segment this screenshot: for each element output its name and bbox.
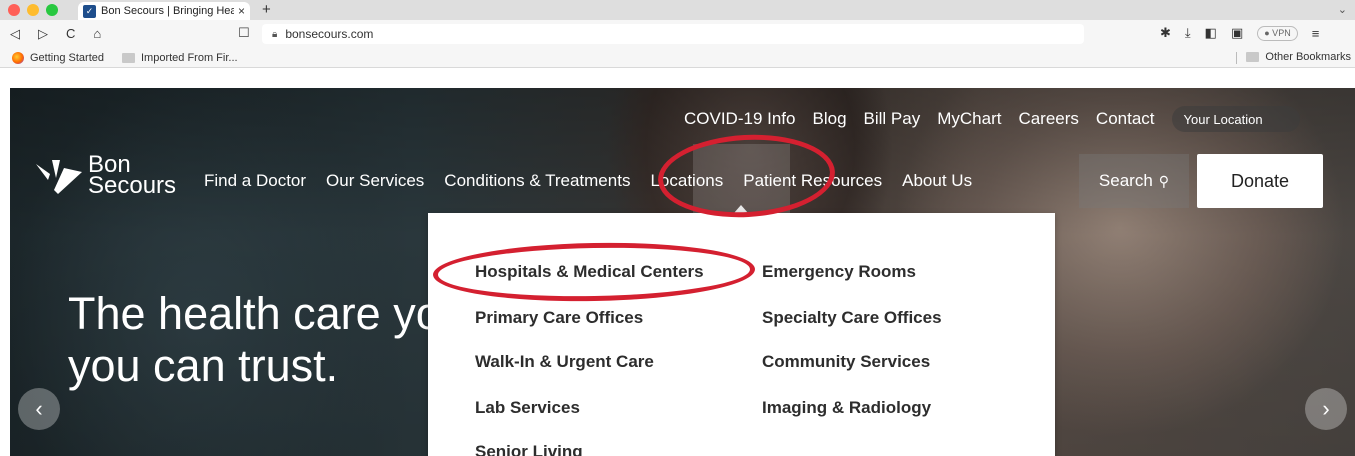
utility-link-mychart[interactable]: MyChart	[937, 109, 1001, 129]
nav-find-a-doctor[interactable]: Find a Doctor	[204, 171, 306, 191]
logo-wordmark: Bon Secours	[88, 153, 177, 199]
bookmark-label: Getting Started	[30, 52, 104, 64]
address-bar[interactable]: 🔒︎ bonsecours.com	[262, 24, 1084, 44]
search-icon: ⚲	[1158, 172, 1170, 189]
tab-title: Bon Secours | Bringing Health C	[101, 5, 234, 17]
browser-tab[interactable]: ✓ Bon Secours | Bringing Health C ×	[78, 2, 250, 20]
menu-item-emergency-rooms[interactable]: Emergency Rooms	[762, 262, 916, 282]
sidebar-icon[interactable]: ◧	[1205, 25, 1217, 41]
menu-item-walk-in[interactable]: Walk-In & Urgent Care	[475, 352, 654, 372]
nav-conditions-treatments[interactable]: Conditions & Treatments	[444, 171, 630, 191]
tab-list-chevron-icon[interactable]: ⌄	[1338, 3, 1347, 16]
zoom-window-dot[interactable]	[46, 4, 58, 16]
wallet-icon[interactable]: ▣	[1231, 25, 1243, 41]
firefox-icon	[12, 52, 24, 64]
new-tab-button[interactable]: +	[262, 1, 271, 18]
forward-icon[interactable]: ▷	[38, 26, 48, 42]
toolbar-right: ✱ ⤓ ◧ ▣ ● VPN ≡	[1160, 25, 1319, 41]
nav-locations[interactable]: Locations	[650, 171, 723, 191]
bookmark-page-icon[interactable]: ☐	[238, 25, 250, 41]
utility-link-careers[interactable]: Careers	[1018, 109, 1078, 129]
lock-icon: 🔒︎	[272, 28, 278, 40]
nav-our-services[interactable]: Our Services	[326, 171, 424, 191]
locations-dropdown-menu: Hospitals & Medical Centers Primary Care…	[428, 213, 1055, 456]
bon-secours-favicon-icon: ✓	[83, 4, 96, 18]
bookmark-getting-started[interactable]: Getting Started	[12, 52, 104, 64]
close-window-dot[interactable]	[8, 4, 20, 16]
menu-item-primary-care[interactable]: Primary Care Offices	[475, 308, 643, 328]
bookmark-label: Imported From Fir...	[141, 52, 238, 64]
reload-icon[interactable]: C	[66, 26, 75, 42]
tab-strip: ✓ Bon Secours | Bringing Health C × + ⌄	[0, 0, 1355, 20]
hero-headline: The health care yo you can trust.	[68, 288, 441, 392]
nav-patient-resources[interactable]: Patient Resources	[743, 171, 882, 191]
nav-buttons: ◁ ▷ C ⌂	[10, 26, 101, 42]
other-bookmarks-label: Other Bookmarks	[1265, 51, 1351, 63]
folder-icon	[122, 53, 135, 63]
vpn-badge[interactable]: ● VPN	[1257, 25, 1298, 41]
minimize-window-dot[interactable]	[27, 4, 39, 16]
back-icon[interactable]: ◁	[10, 26, 20, 42]
dropdown-caret	[734, 205, 748, 213]
menu-item-lab-services[interactable]: Lab Services	[475, 398, 580, 418]
logo-word-secours: Secours	[88, 172, 177, 199]
your-location-button[interactable]: Your Location	[1171, 106, 1300, 132]
home-icon[interactable]: ⌂	[93, 26, 101, 42]
carousel-prev-button[interactable]: ‹	[18, 388, 60, 430]
utility-link-bill-pay[interactable]: Bill Pay	[864, 109, 921, 129]
search-button[interactable]: Search ⚲	[1079, 154, 1189, 208]
menu-item-community-services[interactable]: Community Services	[762, 352, 930, 372]
hero-headline-line1: The health care yo	[68, 288, 441, 339]
utility-link-contact[interactable]: Contact	[1096, 109, 1155, 129]
menu-item-specialty-care[interactable]: Specialty Care Offices	[762, 308, 942, 328]
other-bookmarks[interactable]: Other Bookmarks	[1246, 51, 1351, 63]
utility-link-covid[interactable]: COVID-19 Info	[684, 109, 796, 129]
menu-item-senior-living[interactable]: Senior Living	[475, 442, 583, 456]
url-text: bonsecours.com	[285, 27, 374, 41]
utility-link-blog[interactable]: Blog	[813, 109, 847, 129]
donate-button[interactable]: Donate	[1197, 154, 1323, 208]
menu-item-hospitals[interactable]: Hospitals & Medical Centers	[475, 262, 704, 282]
carousel-next-button[interactable]: ›	[1305, 388, 1347, 430]
tab-close-icon[interactable]: ×	[238, 4, 245, 18]
utility-nav: COVID-19 Info Blog Bill Pay MyChart Care…	[684, 106, 1300, 132]
main-nav: Find a Doctor Our Services Conditions & …	[204, 171, 992, 191]
bon-secours-mark-icon	[36, 160, 82, 194]
bookmark-imported[interactable]: Imported From Fir...	[122, 52, 238, 64]
folder-icon	[1246, 52, 1260, 62]
bookmarks-bar: Getting Started Imported From Fir... Oth…	[0, 48, 1355, 68]
menu-item-imaging[interactable]: Imaging & Radiology	[762, 398, 931, 418]
downloads-icon[interactable]: ⤓	[1185, 25, 1191, 41]
bon-secours-logo[interactable]: Bon Secours	[34, 153, 194, 204]
menu-icon[interactable]: ≡	[1312, 26, 1320, 41]
hero-section: COVID-19 Info Blog Bill Pay MyChart Care…	[10, 88, 1355, 456]
search-label: Search	[1098, 171, 1153, 190]
nav-about-us[interactable]: About Us	[902, 171, 972, 191]
browser-window: ✓ Bon Secours | Bringing Health C × + ⌄ …	[0, 0, 1355, 456]
navigation-toolbar: ◁ ▷ C ⌂ ☐ 🔒︎ bonsecours.com ✱ ⤓ ◧ ▣ ● VP…	[0, 20, 1355, 68]
extensions-puzzle-icon[interactable]: ✱	[1160, 25, 1171, 41]
hero-headline-line2: you can trust.	[68, 340, 339, 391]
bookmarks-separator	[1236, 52, 1237, 64]
